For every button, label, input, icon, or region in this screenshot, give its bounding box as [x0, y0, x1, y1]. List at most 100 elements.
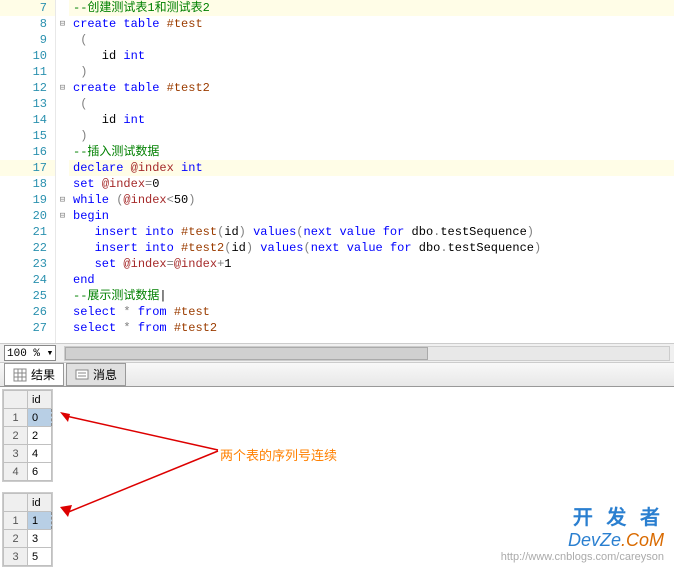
row-header: 2: [4, 427, 28, 445]
code-line[interactable]: set @index=0: [69, 176, 674, 192]
tab-results[interactable]: 结果: [4, 363, 64, 386]
line-number: 20: [0, 208, 55, 224]
fold-toggle[interactable]: ⊟: [56, 208, 69, 224]
watermark: 开 发 者 DevZe.CoM http://www.cnblogs.com/c…: [501, 501, 664, 563]
line-number: 23: [0, 256, 55, 272]
cell[interactable]: 2: [28, 427, 52, 445]
fold-toggle: [56, 32, 69, 48]
tab-messages[interactable]: 消息: [66, 363, 126, 386]
code-line[interactable]: ): [69, 64, 674, 80]
line-number: 8: [0, 16, 55, 32]
column-header[interactable]: id: [28, 391, 52, 409]
row-header: 1: [4, 409, 28, 427]
line-number: 25: [0, 288, 55, 304]
code-line[interactable]: (: [69, 32, 674, 48]
corner-cell: [4, 391, 28, 409]
horizontal-scrollbar[interactable]: [64, 346, 670, 361]
code-line[interactable]: end: [69, 272, 674, 288]
fold-toggle: [56, 128, 69, 144]
table-row[interactable]: 46: [4, 463, 52, 481]
code-line[interactable]: insert into #test2(id) values(next value…: [69, 240, 674, 256]
code-line[interactable]: ): [69, 128, 674, 144]
fold-toggle: [56, 256, 69, 272]
line-number: 16: [0, 144, 55, 160]
result-grid-2[interactable]: id112335: [2, 492, 53, 567]
fold-column[interactable]: ⊟⊟⊟⊟: [56, 0, 69, 343]
fold-toggle: [56, 272, 69, 288]
code-line[interactable]: while (@index<50): [69, 192, 674, 208]
watermark-cn: 开 发 者: [501, 501, 664, 530]
fold-toggle: [56, 176, 69, 192]
code-line[interactable]: select * from #test: [69, 304, 674, 320]
grid-icon: [13, 368, 27, 382]
line-number: 22: [0, 240, 55, 256]
cell[interactable]: 3: [28, 530, 52, 548]
results-tabs: 结果 消息: [0, 363, 674, 387]
table-row[interactable]: 35: [4, 548, 52, 566]
table-row[interactable]: 23: [4, 530, 52, 548]
scroll-thumb[interactable]: [65, 347, 427, 360]
table-row[interactable]: 11: [4, 512, 52, 530]
row-header: 2: [4, 530, 28, 548]
code-line[interactable]: select * from #test2: [69, 320, 674, 336]
line-number: 13: [0, 96, 55, 112]
code-line[interactable]: --创建测试表1和测试表2: [69, 0, 674, 16]
fold-toggle: [56, 240, 69, 256]
annotation-arrow-2: [60, 449, 220, 519]
code-area[interactable]: --创建测试表1和测试表2create table #test ( id int…: [69, 0, 674, 343]
code-line[interactable]: (: [69, 96, 674, 112]
cell[interactable]: 4: [28, 445, 52, 463]
fold-toggle: [56, 96, 69, 112]
code-line[interactable]: declare @index int: [69, 160, 674, 176]
line-number: 15: [0, 128, 55, 144]
cell[interactable]: 5: [28, 548, 52, 566]
column-header[interactable]: id: [28, 494, 52, 512]
message-icon: [75, 368, 89, 382]
table-row[interactable]: 10: [4, 409, 52, 427]
code-line[interactable]: begin: [69, 208, 674, 224]
cell[interactable]: 0: [28, 409, 52, 427]
zoom-bar: 100 % ▾: [0, 343, 674, 363]
zoom-combo[interactable]: 100 % ▾: [4, 345, 56, 361]
row-header: 4: [4, 463, 28, 481]
table-row[interactable]: 34: [4, 445, 52, 463]
line-number: 19: [0, 192, 55, 208]
line-number: 9: [0, 32, 55, 48]
code-line[interactable]: id int: [69, 112, 674, 128]
fold-toggle: [56, 64, 69, 80]
code-line[interactable]: set @index=@index+1: [69, 256, 674, 272]
fold-toggle[interactable]: ⊟: [56, 192, 69, 208]
code-line[interactable]: insert into #test(id) values(next value …: [69, 224, 674, 240]
code-editor[interactable]: 789101112131415161718192021222324252627 …: [0, 0, 674, 343]
corner-cell: [4, 494, 28, 512]
table-row[interactable]: 22: [4, 427, 52, 445]
row-header: 3: [4, 548, 28, 566]
line-number: 12: [0, 80, 55, 96]
code-line[interactable]: create table #test2: [69, 80, 674, 96]
annotation-text: 两个表的序列号连续: [220, 445, 337, 464]
fold-toggle: [56, 160, 69, 176]
fold-toggle: [56, 320, 69, 336]
watermark-brand: DevZe.CoM: [501, 530, 664, 551]
code-line[interactable]: --插入测试数据: [69, 144, 674, 160]
line-number: 11: [0, 64, 55, 80]
line-number: 17: [0, 160, 55, 176]
fold-toggle[interactable]: ⊟: [56, 16, 69, 32]
annotation-arrow-1: [60, 412, 220, 452]
line-number: 10: [0, 48, 55, 64]
line-number: 24: [0, 272, 55, 288]
tab-label: 结果: [31, 366, 55, 383]
fold-toggle: [56, 144, 69, 160]
cell[interactable]: 6: [28, 463, 52, 481]
line-number: 18: [0, 176, 55, 192]
code-line[interactable]: --展示测试数据|: [69, 288, 674, 304]
fold-toggle[interactable]: ⊟: [56, 80, 69, 96]
fold-toggle: [56, 224, 69, 240]
tab-label: 消息: [93, 366, 117, 383]
cell[interactable]: 1: [28, 512, 52, 530]
fold-toggle: [56, 288, 69, 304]
row-header: 1: [4, 512, 28, 530]
result-grid-1[interactable]: id10223446: [2, 389, 53, 482]
code-line[interactable]: create table #test: [69, 16, 674, 32]
code-line[interactable]: id int: [69, 48, 674, 64]
